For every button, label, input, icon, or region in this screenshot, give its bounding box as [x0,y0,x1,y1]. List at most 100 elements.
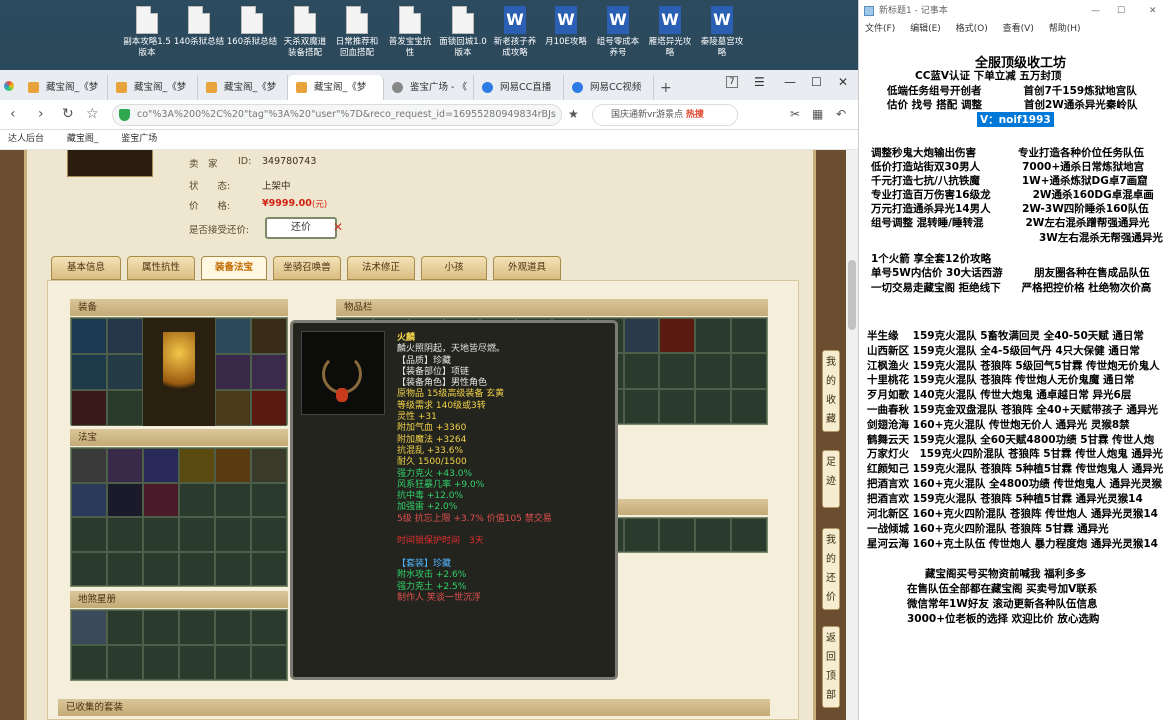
fabao-slot[interactable] [179,551,215,586]
ground-star-slot[interactable] [71,610,107,645]
inventory-slot[interactable] [623,353,660,389]
tab-cbg-3[interactable]: 藏宝阁_《梦 [198,75,288,100]
fabao-slot[interactable] [215,517,251,552]
forward-icon[interactable]: › [38,106,44,122]
bookmark-daren[interactable]: 达人后台 [8,134,44,144]
bookmark-jianbao[interactable]: 鉴宝广场 [121,134,157,144]
ground-star-slot[interactable] [179,645,215,680]
fabao-slot[interactable] [215,482,251,517]
menu-file[interactable]: 文件(F) [865,24,895,34]
inventory-slot[interactable] [731,353,767,389]
fabao-slot[interactable] [251,551,287,586]
equip-slot[interactable] [215,354,251,390]
fabao-slot[interactable] [251,448,287,483]
fabao-slot[interactable] [215,551,251,586]
inventory-slot[interactable] [731,388,767,424]
menu-icon[interactable]: ☰ [754,75,765,89]
menu-view[interactable]: 查看(V) [1003,24,1034,34]
storage-slot[interactable] [695,518,732,552]
desktop-file-icon[interactable]: 140杀狱总结 [173,6,225,48]
storage-slot[interactable] [659,518,696,552]
inventory-slot[interactable] [659,388,696,424]
ground-star-slot[interactable] [107,610,143,645]
desktop-file-icon[interactable]: 面锁回城1.0 版本 [437,6,489,59]
storage-slot[interactable] [623,518,660,552]
bookmark-star-icon[interactable]: ★ [568,107,579,121]
fabao-slot[interactable] [71,551,107,586]
fabao-slot[interactable] [251,482,287,517]
tab-equipment[interactable]: 装备法宝 [201,256,267,280]
equip-slot[interactable] [71,318,107,354]
close-button[interactable]: ✕ [838,75,848,89]
tab-count-badge[interactable]: 7 [726,76,738,88]
inventory-slot[interactable] [695,388,732,424]
menu-edit[interactable]: 编辑(E) [910,24,941,34]
fabao-slot[interactable] [107,551,143,586]
footprint-button[interactable]: 足迹 [822,450,840,508]
desktop-file-icon[interactable]: 普发宝宝抗 性 [384,6,436,59]
tab-cbg-active[interactable]: 藏宝阁_《梦 [288,75,384,100]
fabao-slot[interactable] [71,448,107,483]
new-tab-button[interactable]: + [660,80,672,96]
desktop-file-icon[interactable]: 天杀双魔道 装备搭配 [279,6,331,59]
tab-appearance[interactable]: 外观道具 [493,256,561,280]
desktop-file-icon[interactable]: W 组号零成本 养号 [592,6,644,59]
fabao-slot[interactable] [143,517,179,552]
tab-cbg-1[interactable]: 藏宝阁_《梦 [20,75,108,100]
ground-star-slot[interactable] [179,610,215,645]
tab-mounts-pets[interactable]: 坐骑召唤兽 [273,256,341,280]
inventory-slot[interactable] [659,353,696,389]
ground-star-slot[interactable] [215,645,251,680]
tab-cbg-2[interactable]: 藏宝阁_《梦 [108,75,198,100]
fabao-slot[interactable] [107,448,143,483]
grid-icon[interactable]: ▦ [812,107,823,121]
equip-slot[interactable] [107,354,143,390]
desktop-file-icon[interactable]: 160杀狱总结 [226,6,278,48]
ground-star-slot[interactable] [107,645,143,680]
inventory-slot[interactable] [659,318,696,354]
reload-icon[interactable]: ↻ [62,106,74,122]
tab-basic-info[interactable]: 基本信息 [51,256,121,280]
fabao-slot[interactable] [179,448,215,483]
scrollbar[interactable] [846,150,858,720]
ground-star-slot[interactable] [215,610,251,645]
fabao-slot[interactable] [107,517,143,552]
fabao-slot[interactable] [71,482,107,517]
inventory-slot[interactable] [695,353,732,389]
fabao-slot[interactable] [143,482,179,517]
inventory-slot[interactable] [623,388,660,424]
inventory-slot[interactable] [623,318,660,354]
url-input[interactable]: co"%3A%200%2C%20"tag"%3A%20"user"%7D&rec… [112,104,562,126]
bookmark-cbg[interactable]: 藏宝阁_ [67,134,99,144]
scissors-icon[interactable]: ✂ [790,107,800,121]
menu-help[interactable]: 帮助(H) [1049,24,1081,34]
fabao-slot[interactable] [179,482,215,517]
menu-format[interactable]: 格式(O) [956,24,988,34]
fabao-slot[interactable] [251,517,287,552]
desktop-file-icon[interactable]: W 月10E攻略 [540,6,592,48]
fabao-slot[interactable] [71,517,107,552]
search-input[interactable]: 国庆通新vr游景点 热搜 [592,104,738,126]
desktop-file-icon[interactable]: W 新老孩子养 成攻略 [489,6,541,59]
scrollbar-thumb[interactable] [848,260,856,330]
undo-icon[interactable]: ↶ [836,107,846,121]
equip-slot[interactable] [215,390,251,426]
favorites-button[interactable]: 我的收藏 [822,350,840,432]
star-icon[interactable]: ☆ [86,106,99,122]
storage-slot[interactable] [731,518,767,552]
ground-star-slot[interactable] [143,645,179,680]
equip-slot[interactable] [251,390,287,426]
desktop-file-icon[interactable]: 日常推荐和 回血搭配 [331,6,383,59]
equip-slot[interactable] [251,318,287,354]
ground-star-slot[interactable] [251,610,287,645]
minimize-button[interactable]: — [784,75,796,89]
ground-star-slot[interactable] [143,610,179,645]
tab-jianbao[interactable]: 鉴宝广场 - 《 [384,75,474,100]
equip-slot[interactable] [215,318,251,354]
tab-cc-live[interactable]: 网易CC直播 [474,75,564,100]
inventory-slot[interactable] [731,318,767,354]
back-icon[interactable]: ‹ [10,106,16,122]
tab-child[interactable]: 小孩 [421,256,487,280]
notepad-maximize-button[interactable]: ☐ [1117,0,1125,22]
notepad-close-button[interactable]: ✕ [1149,0,1157,22]
